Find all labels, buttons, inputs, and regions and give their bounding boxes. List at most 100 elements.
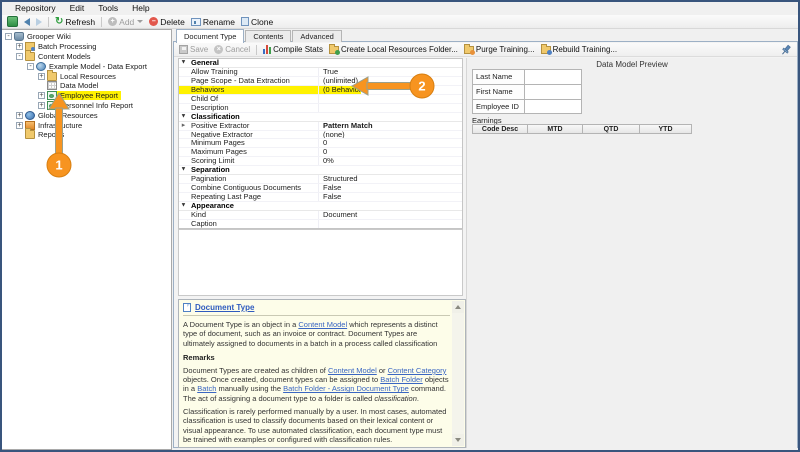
connect-button[interactable] bbox=[4, 15, 21, 28]
refresh-icon: ↻ bbox=[55, 15, 64, 27]
prop-negative-extractor[interactable]: Negative Extractor (none) bbox=[179, 130, 462, 140]
back-button[interactable] bbox=[21, 15, 33, 28]
rename-label: Rename bbox=[202, 16, 235, 27]
main-toolbar: ↻ Refresh + Add – Delete Rename Clone bbox=[2, 15, 798, 29]
doc-title-link[interactable]: Document Type bbox=[195, 303, 254, 312]
tab-contents[interactable]: Contents bbox=[245, 30, 292, 42]
refresh-label: Refresh bbox=[65, 16, 96, 27]
doc-link[interactable]: Batch bbox=[197, 384, 216, 393]
scroll-down-icon[interactable] bbox=[452, 434, 464, 446]
folder-add-icon bbox=[328, 44, 340, 55]
property-description-box bbox=[178, 229, 463, 296]
category-general[interactable]: ▼ General bbox=[179, 59, 462, 68]
tab-strip: Document Type Contents Advanced bbox=[176, 29, 343, 43]
menu-help[interactable]: Help bbox=[125, 2, 156, 15]
tree-item-local-resources[interactable]: + Local Resources bbox=[2, 69, 171, 81]
rename-icon bbox=[190, 17, 201, 26]
forward-icon bbox=[36, 17, 42, 26]
documentation-panel: Document Type A Document Type is an obje… bbox=[178, 299, 466, 448]
delete-button[interactable]: – Delete bbox=[146, 15, 188, 28]
first-name-input[interactable] bbox=[525, 84, 582, 99]
tree-expander[interactable]: - bbox=[5, 33, 12, 41]
chevron-down-icon: ▼ bbox=[180, 59, 187, 66]
tree-expander[interactable]: + bbox=[16, 121, 23, 129]
refresh-button[interactable]: ↻ Refresh bbox=[52, 15, 98, 28]
repository-icon bbox=[14, 32, 24, 42]
tree-item-data-model[interactable]: Data Model bbox=[2, 81, 171, 91]
tree-item-grooper-wiki[interactable]: - Grooper Wiki bbox=[2, 32, 171, 42]
compile-stats-button[interactable]: Compile Stats bbox=[260, 43, 326, 56]
tab-advanced[interactable]: Advanced bbox=[292, 30, 342, 42]
cancel-label: Cancel bbox=[225, 45, 251, 54]
add-icon: + bbox=[108, 17, 118, 26]
menu-edit[interactable]: Edit bbox=[63, 2, 92, 15]
folder-icon bbox=[25, 49, 35, 61]
add-label: Add bbox=[119, 16, 135, 27]
prop-scoring-limit[interactable]: Scoring Limit 0% bbox=[179, 157, 462, 167]
tree-item-personnel-info-report[interactable]: + Personnel Info Report bbox=[2, 100, 171, 111]
doc-scrollbar[interactable] bbox=[452, 301, 464, 446]
add-button[interactable]: + Add bbox=[105, 15, 146, 28]
doc-link[interactable]: Batch Folder - Assign Document Type bbox=[283, 384, 409, 393]
purge-training-button[interactable]: Purge Training... bbox=[461, 43, 538, 56]
doc-link[interactable]: Batch Folder bbox=[380, 375, 423, 384]
app-window: Repository Edit Tools Help ↻ Refresh + A… bbox=[0, 0, 800, 452]
toolbar-separator bbox=[101, 16, 103, 27]
field-row: Employee ID bbox=[472, 99, 582, 114]
add-dropdown-caret-icon bbox=[137, 20, 144, 23]
tree-item-employee-report[interactable]: + Employee Report bbox=[2, 91, 171, 101]
prop-kind[interactable]: Kind Document bbox=[179, 210, 462, 220]
prop-maximum-pages[interactable]: Maximum Pages 0 bbox=[179, 148, 462, 158]
doc-link[interactable]: Content Model bbox=[328, 366, 377, 375]
row-expander-icon[interactable]: ▸ bbox=[179, 122, 188, 130]
tree-item-reports[interactable]: Reports bbox=[2, 128, 171, 140]
doc-paragraph: Classification is rarely performed manua… bbox=[183, 407, 447, 444]
prop-caption[interactable]: Caption bbox=[179, 219, 462, 228]
rebuild-training-button[interactable]: Rebuild Training... bbox=[538, 43, 620, 56]
prop-positive-extractor[interactable]: ▸ Positive Extractor Pattern Match bbox=[179, 121, 462, 131]
tree-expander[interactable]: - bbox=[16, 52, 23, 60]
prop-description[interactable]: Description bbox=[179, 103, 462, 113]
folder-icon bbox=[47, 69, 57, 81]
tab-document-type[interactable]: Document Type bbox=[176, 29, 245, 43]
category-classification[interactable]: ▼ Classification bbox=[179, 113, 462, 122]
clone-icon bbox=[241, 15, 254, 26]
rename-button[interactable]: Rename bbox=[188, 15, 238, 28]
tree-item-label: Local Resources bbox=[60, 71, 116, 81]
save-button[interactable]: Save bbox=[176, 43, 211, 56]
category-separation[interactable]: ▼ Separation bbox=[179, 166, 462, 176]
tree-expander[interactable]: + bbox=[38, 72, 45, 80]
preview-fields: Last Name First Name Employee ID bbox=[472, 69, 582, 114]
category-appearance[interactable]: ▼ Appearance bbox=[179, 202, 462, 211]
doc-link[interactable]: Content Category bbox=[388, 366, 447, 375]
prop-combine-contiguous[interactable]: Combine Contiguous Documents False bbox=[179, 184, 462, 194]
field-row: Last Name bbox=[472, 69, 582, 84]
employee-id-input[interactable] bbox=[525, 99, 582, 114]
menu-repository[interactable]: Repository bbox=[8, 2, 63, 15]
prop-repeating-last-page[interactable]: Repeating Last Page False bbox=[179, 193, 462, 202]
tree-expander[interactable]: - bbox=[27, 62, 34, 70]
field-label-employee-id: Employee ID bbox=[472, 99, 525, 114]
tree-expander[interactable]: + bbox=[16, 111, 23, 119]
last-name-input[interactable] bbox=[525, 69, 582, 84]
prop-minimum-pages[interactable]: Minimum Pages 0 bbox=[179, 139, 462, 149]
cancel-icon: × bbox=[214, 45, 224, 54]
cancel-button[interactable]: × Cancel bbox=[211, 43, 253, 56]
callout-2-number: 2 bbox=[418, 79, 425, 94]
purge-training-label: Purge Training... bbox=[475, 45, 535, 54]
forward-button[interactable] bbox=[33, 15, 45, 28]
preview-title: Data Model Preview bbox=[596, 60, 668, 69]
create-local-resources-button[interactable]: Create Local Resources Folder... bbox=[326, 43, 461, 56]
tree-item-content-models[interactable]: - Content Models bbox=[2, 49, 171, 62]
scroll-up-icon[interactable] bbox=[452, 301, 464, 313]
tree-item-global-resources[interactable]: + Global Resources bbox=[2, 110, 171, 120]
toolbar-separator bbox=[256, 44, 258, 55]
connect-icon bbox=[7, 16, 18, 27]
menu-tools[interactable]: Tools bbox=[91, 2, 125, 15]
clone-button[interactable]: Clone bbox=[238, 15, 276, 28]
tree-expander[interactable]: + bbox=[16, 43, 23, 51]
pin-icon[interactable] bbox=[780, 44, 792, 56]
doc-link[interactable]: Content Model bbox=[298, 320, 347, 329]
prop-pagination[interactable]: Pagination Structured bbox=[179, 175, 462, 185]
tree-item-example-model[interactable]: - Example Model - Data Export bbox=[2, 61, 171, 71]
